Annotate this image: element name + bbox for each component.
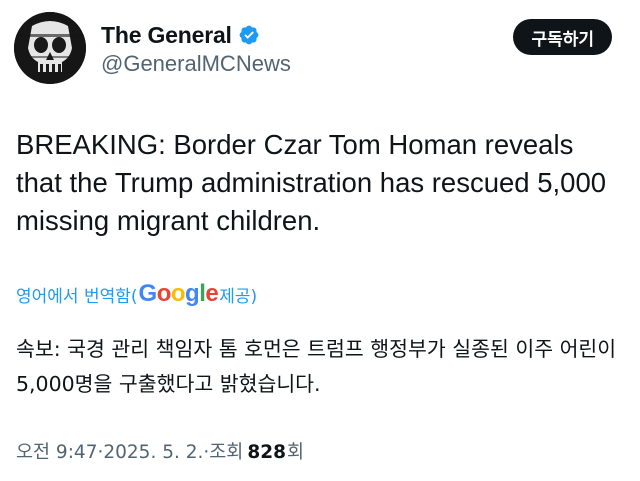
translation-suffix: 제공) <box>219 286 258 307</box>
views-label: 조회 <box>209 442 244 463</box>
views-count[interactable]: 828 <box>247 442 286 463</box>
translation-prefix: 영어에서 번역함( <box>16 286 138 307</box>
skull-avatar-icon <box>14 12 86 84</box>
translated-tweet-text: 속보: 국경 관리 책임자 톰 호먼은 트럼프 행정부가 실종된 이주 어린이 … <box>16 337 617 396</box>
google-letter: g <box>185 280 200 307</box>
google-letter: e <box>205 280 219 307</box>
subscribe-button[interactable]: 구독하기 <box>513 19 612 55</box>
google-letter: o <box>156 280 172 307</box>
tweet-meta: 오전 9:47 · 2025. 5. 2. · 조회 828 회 <box>16 438 304 464</box>
views-unit: 회 <box>286 442 304 463</box>
translation-attribution[interactable]: 영어에서 번역함( Google 제공) <box>16 280 257 308</box>
google-logo-icon: Google <box>139 280 219 308</box>
google-letter: o <box>170 280 186 307</box>
google-letter: G <box>138 280 158 307</box>
tweet-time[interactable]: 오전 9:47 <box>16 438 97 464</box>
tweet-text: BREAKING: Border Czar Tom Homan reveals … <box>16 129 607 236</box>
author-name-row: The General <box>101 20 260 50</box>
tweet-header: The General @GeneralMCNews 구독하기 <box>0 0 640 100</box>
tweet-date[interactable]: 2025. 5. 2. <box>103 442 203 463</box>
avatar[interactable] <box>14 12 86 84</box>
verified-badge-icon[interactable] <box>238 24 260 46</box>
author-handle[interactable]: @GeneralMCNews <box>101 51 291 77</box>
author-display-name[interactable]: The General <box>101 22 232 49</box>
